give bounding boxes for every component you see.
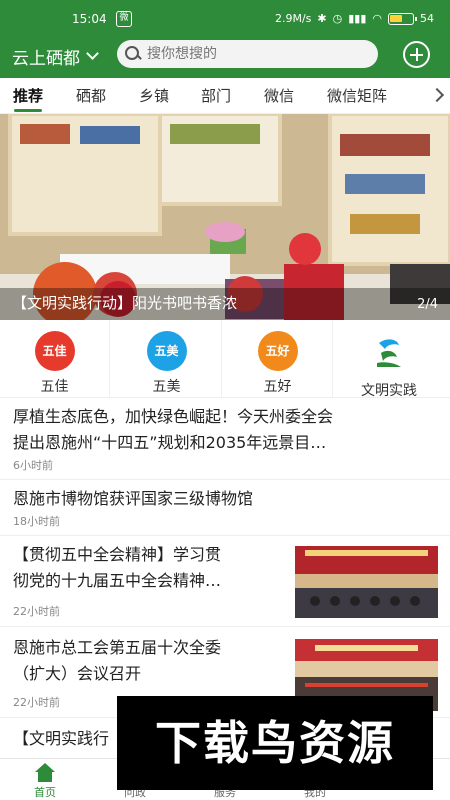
tab-departments[interactable]: 部门 (201, 85, 231, 106)
active-tab-indicator (14, 109, 42, 112)
wumei-icon: 五美 (146, 331, 187, 371)
news-title-line: 【贯彻五中全会精神】学习贯 (13, 545, 222, 564)
tab-wechat-matrix[interactable]: 微信矩阵 (327, 85, 387, 106)
news-item[interactable]: 厚植生态底色，加快绿色崛起！今天州委全会 提出恩施州“十四五”规划和2035年远… (0, 398, 450, 480)
news-title-line: 【文明实践行 (13, 729, 110, 748)
news-title-line: 彻党的十九届五中全会精神… (13, 571, 222, 590)
category-label: 五好 (263, 379, 292, 395)
category-wumei[interactable]: 五美 五美 (112, 320, 222, 398)
category-civilization-practice[interactable]: 文明实践 (334, 320, 444, 399)
category-label: 文明实践 (361, 383, 417, 399)
category-label: 五美 (152, 379, 181, 395)
battery-icon (388, 12, 417, 25)
bluetooth-icon: ✱ (317, 12, 327, 25)
news-title-line: （扩大）会议召开 (13, 664, 142, 683)
news-title-line: 恩施市总工会第五届十次全委 (13, 638, 222, 657)
news-time: 22小时前 (13, 696, 60, 709)
banner-caption: 【文明实践行动】阳光书吧书香浓 (12, 294, 238, 312)
news-title-line: 厚植生态底色，加快绿色崛起！今天州委全会 (13, 407, 334, 426)
nav-label: 首页 (34, 786, 56, 799)
tab-recommend[interactable]: 推荐 (13, 85, 43, 106)
channel-tabs: 推荐 硒都 乡镇 部门 微信 微信矩阵 (0, 78, 450, 114)
city-selector[interactable]: 云上硒都 (12, 44, 99, 69)
search-input[interactable] (147, 46, 347, 62)
search-icon (125, 46, 141, 62)
notification-icon: 微 (116, 11, 132, 27)
banner-carousel[interactable]: 【文明实践行动】阳光书吧书香浓 2/4 (0, 114, 450, 320)
tab-xidu[interactable]: 硒都 (76, 85, 106, 106)
status-right: 2.9M/s ✱ ◷ ▮▮▮ ◠ 54 (275, 12, 434, 25)
category-label: 五佳 (40, 379, 69, 395)
news-thumbnail (295, 546, 438, 618)
category-row: 五佳 五佳 五美 五美 五好 五好 文明实践 (0, 320, 450, 399)
alarm-icon: ◷ (332, 12, 343, 25)
tab-towns[interactable]: 乡镇 (139, 85, 169, 106)
chevron-down-icon (86, 47, 99, 60)
news-title-line: 恩施市博物馆获评国家三级博物馆 (13, 489, 254, 508)
add-button[interactable] (403, 41, 430, 68)
category-wuhao[interactable]: 五好 五好 (223, 320, 333, 398)
nav-home[interactable]: 首页 (0, 761, 90, 800)
network-speed: 2.9M/s (274, 12, 312, 25)
top-bar: 15:04 微 2.9M/s ✱ ◷ ▮▮▮ ◠ 54 云上硒都 (0, 0, 450, 78)
news-time: 22小时前 (13, 605, 60, 618)
tab-wechat[interactable]: 微信 (264, 85, 294, 106)
news-time: 6小时前 (13, 459, 53, 472)
news-item[interactable]: 【贯彻五中全会精神】学习贯 彻党的十九届五中全会精神… 22小时前 (0, 536, 450, 627)
wifi-icon: ◠ (372, 12, 382, 25)
battery-level: 54 (420, 12, 434, 25)
banner-pager: 2/4 (417, 297, 438, 312)
watermark: 下载鸟资源 (117, 696, 433, 790)
signal-icon: ▮▮▮ (348, 12, 367, 25)
news-title-line: 提出恩施州“十四五”规划和2035年远景目… (13, 433, 327, 452)
city-name: 云上硒都 (12, 49, 80, 69)
search-bar[interactable] (117, 40, 378, 68)
news-item[interactable]: 恩施市博物馆获评国家三级博物馆 18小时前 (0, 480, 450, 536)
civilization-practice-icon (377, 339, 401, 367)
status-time: 15:04 (72, 12, 107, 26)
status-bar: 15:04 微 2.9M/s ✱ ◷ ▮▮▮ ◠ 54 (0, 0, 450, 38)
wujia-icon: 五佳 (34, 331, 75, 371)
wuhao-icon: 五好 (257, 331, 298, 371)
news-time: 18小时前 (13, 515, 60, 528)
chevron-right-icon[interactable] (429, 87, 445, 103)
home-icon (34, 763, 56, 783)
category-wujia[interactable]: 五佳 五佳 (0, 320, 110, 398)
app-header: 云上硒都 (0, 38, 450, 78)
